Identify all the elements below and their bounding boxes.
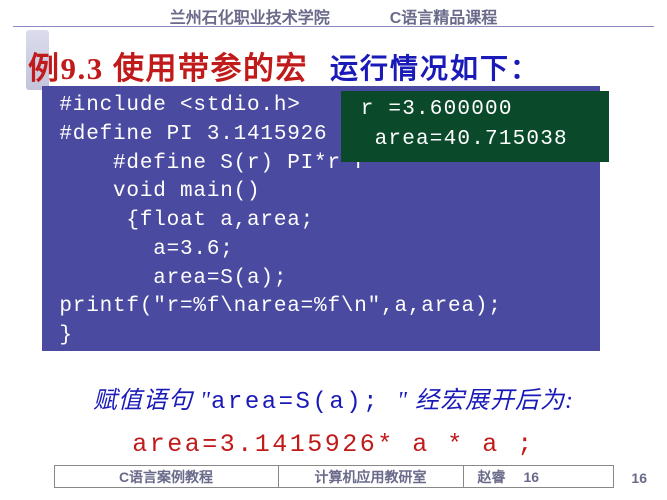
footer-page-inline: 16 — [524, 469, 540, 485]
footer-author-cell: 赵睿 16 — [464, 465, 614, 488]
footer-course-name: C语言案例教程 — [54, 465, 279, 488]
explanation-line1: 赋值语句 "area=S(a); " 经宏展开后为: — [0, 380, 667, 416]
expl1-suffix: " 经宏展开后为: — [397, 388, 574, 414]
header-underline — [13, 26, 653, 27]
expl1-code: area=S(a); — [211, 389, 397, 416]
explanation-block: 赋值语句 "area=S(a); " 经宏展开后为: area=3.141592… — [0, 380, 667, 459]
footer-author: 赵睿 — [478, 467, 506, 487]
header-course: C语言精品课程 — [390, 4, 498, 28]
explanation-line2: area=3.1415926* a * a ; — [0, 430, 667, 459]
output-box: r =3.600000 area=40.715038 — [341, 91, 609, 162]
runtime-title: 运行情况如下： — [330, 47, 540, 87]
header-school: 兰州石化职业技术学院 — [170, 4, 330, 28]
footer-bar: C语言案例教程 计算机应用教研室 赵睿 16 — [54, 465, 614, 488]
footer-department: 计算机应用教研室 — [279, 465, 464, 488]
page-number-corner: 16 — [631, 470, 647, 486]
slide-root: 兰州石化职业技术学院 C语言精品课程 例9.3 使用带参的宏 运行情况如下： #… — [0, 0, 667, 500]
slide-header: 兰州石化职业技术学院 C语言精品课程 — [0, 4, 667, 28]
example-title: 例9.3 使用带参的宏 — [28, 43, 308, 88]
expl1-prefix: 赋值语句 " — [93, 388, 211, 414]
